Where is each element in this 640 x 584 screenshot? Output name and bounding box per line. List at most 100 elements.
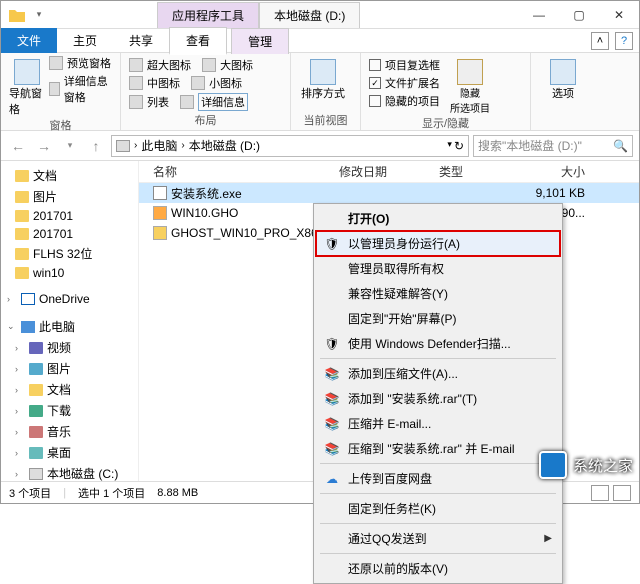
view-tab[interactable]: 查看 — [169, 27, 227, 55]
column-headers[interactable]: 名称 修改日期 类型 大小 — [139, 161, 639, 183]
ctx-run-as-admin[interactable]: 🛡以管理员身份运行(A) — [316, 231, 560, 256]
navigation-tree[interactable]: 文档 图片 201701 201701 FLHS 32位 win10 ›OneD… — [1, 161, 139, 483]
file-row[interactable]: 安装系统.exe 9,101 KB — [139, 183, 639, 203]
tree-item[interactable]: FLHS 32位 — [33, 245, 92, 262]
maximize-button[interactable]: ▢ — [559, 1, 599, 29]
medium-button[interactable]: 中图标 — [147, 75, 180, 91]
col-name[interactable]: 名称 — [139, 163, 339, 180]
minimize-button[interactable]: — — [519, 1, 559, 29]
extra-large-button[interactable]: 超大图标 — [147, 57, 191, 73]
share-tab[interactable]: 共享 — [113, 28, 169, 53]
preview-pane-button[interactable]: 预览窗格 — [49, 55, 112, 71]
sort-button[interactable]: 排序方式 — [299, 55, 347, 101]
details-pane-button[interactable]: 详细信息窗格 — [49, 73, 112, 105]
ctx-pin-taskbar[interactable]: 固定到任务栏(K) — [316, 496, 560, 521]
col-size[interactable]: 大小 — [519, 163, 599, 180]
ctx-prev-versions[interactable]: 还原以前的版本(V) — [316, 556, 560, 581]
separator — [320, 523, 556, 524]
breadcrumb-drive[interactable]: 本地磁盘 (D:) — [189, 137, 260, 154]
history-dropdown[interactable]: ▾ — [59, 135, 81, 157]
tree-item[interactable]: 图片 — [47, 360, 71, 377]
details-view-icon[interactable] — [591, 485, 609, 501]
qat-dropdown-icon[interactable]: ▾ — [31, 7, 47, 23]
close-button[interactable]: ✕ — [599, 1, 639, 29]
contextual-tabs: 应用程序工具 本地磁盘 (D:) — [157, 2, 360, 28]
ctx-pin-start[interactable]: 固定到"开始"屏幕(P) — [316, 306, 560, 331]
tree-item[interactable]: 下载 — [47, 402, 71, 419]
desktop-icon — [29, 447, 43, 459]
large-button[interactable]: 大图标 — [220, 57, 253, 73]
ctx-defender[interactable]: 🛡使用 Windows Defender扫描... — [316, 331, 560, 356]
hide-selected-button[interactable]: 隐藏 所选项目 — [444, 55, 496, 115]
documents-icon — [29, 384, 43, 396]
manage-tab[interactable]: 管理 — [231, 28, 289, 54]
ctx-add-archive[interactable]: 📚添加到压缩文件(A)... — [316, 361, 560, 386]
back-button[interactable]: ← — [7, 135, 29, 157]
ctx-open[interactable]: 打开(O) — [316, 206, 560, 231]
window-controls: — ▢ ✕ — [519, 1, 639, 29]
tree-onedrive[interactable]: OneDrive — [39, 292, 90, 306]
details-button[interactable]: 详细信息 — [198, 93, 248, 111]
ctx-compat[interactable]: 兼容性疑难解答(Y) — [316, 281, 560, 306]
navigation-pane-button[interactable]: 导航窗格 — [9, 55, 45, 117]
rar-icon: 📚 — [324, 441, 340, 457]
breadcrumb[interactable]: › 此电脑 › 本地磁盘 (D:) ▾ ↻ — [111, 135, 469, 157]
ribbon: 导航窗格 预览窗格 详细信息窗格 窗格 超大图标 大图标 中图标 小图标 列表 … — [1, 53, 639, 131]
tree-item[interactable]: 201701 — [33, 209, 73, 223]
col-type[interactable]: 类型 — [439, 163, 519, 180]
cloud-icon: ☁ — [324, 471, 340, 487]
help-icon[interactable]: ? — [615, 32, 633, 50]
ctx-add-rar[interactable]: 📚添加到 "安装系统.rar"(T) — [316, 386, 560, 411]
ctx-baidu[interactable]: ☁上传到百度网盘 — [316, 466, 560, 491]
ribbon-currentview-group: 排序方式 当前视图 — [291, 53, 361, 130]
ctx-take-ownership[interactable]: 管理员取得所有权 — [316, 256, 560, 281]
extensions-toggle[interactable]: ✓文件扩展名 — [369, 75, 440, 91]
tree-item[interactable]: 201701 — [33, 227, 73, 241]
hidden-toggle[interactable]: 隐藏的项目 — [369, 93, 440, 109]
ctx-email[interactable]: 📚压缩并 E-mail... — [316, 411, 560, 436]
tree-item[interactable]: 视频 — [47, 339, 71, 356]
details-icon — [180, 95, 194, 109]
col-date[interactable]: 修改日期 — [339, 163, 439, 180]
ctx-rar-email[interactable]: 📚压缩到 "安装系统.rar" 并 E-mail — [316, 436, 560, 461]
tree-item[interactable]: 本地磁盘 (C:) — [47, 465, 118, 482]
collapse-ribbon-icon[interactable]: ˄ — [591, 32, 609, 50]
up-button[interactable]: ↑ — [85, 135, 107, 157]
refresh-icon[interactable]: ↻ — [454, 139, 464, 153]
search-input[interactable]: 搜索"本地磁盘 (D:)" 🔍 — [473, 135, 633, 157]
tree-item[interactable]: win10 — [33, 266, 64, 280]
folder-icon — [153, 226, 167, 240]
file-tab[interactable]: 文件 — [1, 28, 57, 53]
small-button[interactable]: 小图标 — [209, 75, 242, 91]
search-icon[interactable]: 🔍 — [613, 139, 628, 153]
list-button[interactable]: 列表 — [147, 94, 169, 110]
thumbnails-view-icon[interactable] — [613, 485, 631, 501]
tree-item[interactable]: 图片 — [33, 188, 57, 205]
downloads-icon — [29, 405, 43, 417]
tree-thispc[interactable]: 此电脑 — [39, 318, 75, 335]
tree-item[interactable]: 音乐 — [47, 423, 71, 440]
tree-item[interactable]: 文档 — [47, 381, 71, 398]
tool-tab[interactable]: 应用程序工具 — [157, 2, 259, 28]
folder-icon — [15, 267, 29, 279]
drive-icon — [29, 468, 43, 480]
rar-icon: 📚 — [324, 416, 340, 432]
onedrive-icon — [21, 293, 35, 305]
options-button[interactable]: 选项 — [539, 55, 587, 101]
checkboxes-toggle[interactable]: 项目复选框 — [369, 57, 440, 73]
nav-pane-icon — [14, 59, 40, 85]
address-dropdown-icon[interactable]: ▾ — [447, 139, 452, 153]
ribbon-options-group: 选项 — [531, 53, 579, 130]
ctx-qq[interactable]: 通过QQ发送到▶ — [316, 526, 560, 551]
hide-icon — [457, 59, 483, 85]
defender-icon: 🛡 — [324, 336, 340, 352]
rar-icon: 📚 — [324, 366, 340, 382]
forward-button[interactable]: → — [33, 135, 55, 157]
showhide-group-label: 显示/隐藏 — [369, 115, 522, 131]
ribbon-showhide-group: 项目复选框 ✓文件扩展名 隐藏的项目 隐藏 所选项目 显示/隐藏 — [361, 53, 531, 130]
tree-item[interactable]: 桌面 — [47, 444, 71, 461]
tree-item[interactable]: 文档 — [33, 167, 57, 184]
home-tab[interactable]: 主页 — [57, 28, 113, 53]
currentview-group-label: 当前视图 — [299, 112, 352, 128]
breadcrumb-pc[interactable]: 此电脑 — [141, 137, 177, 154]
